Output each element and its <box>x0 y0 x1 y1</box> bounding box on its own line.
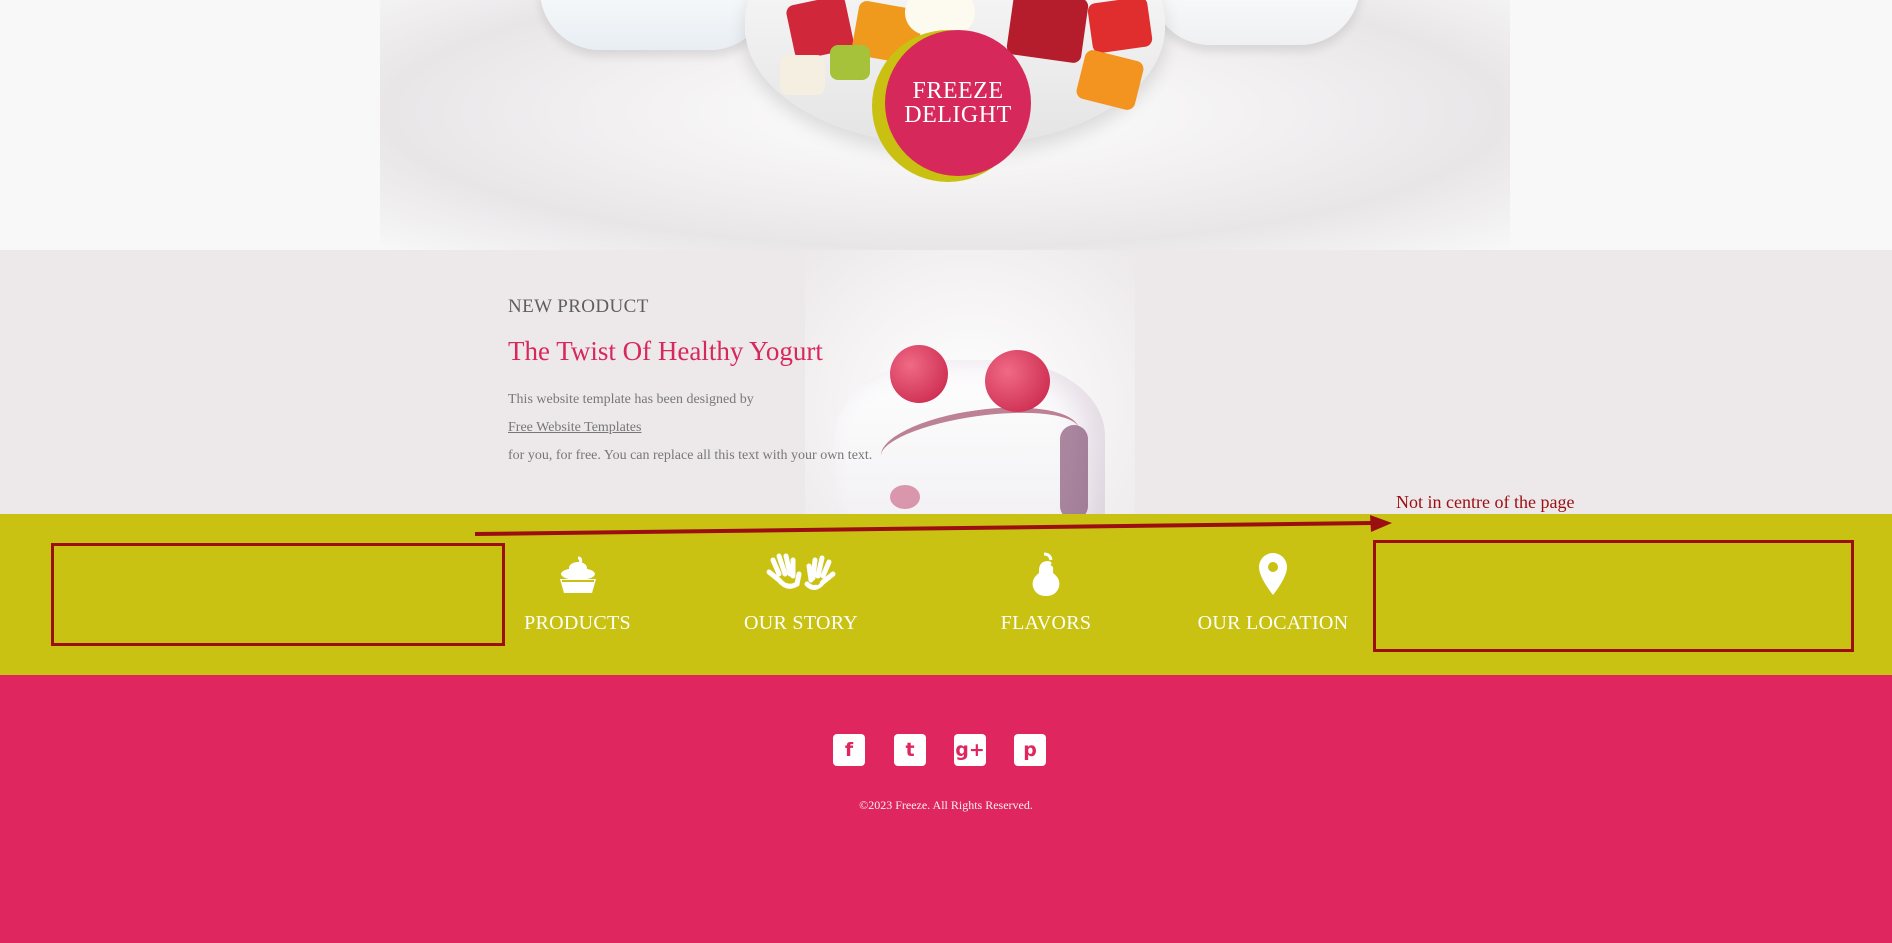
nav-label: FLAVORS <box>1000 612 1092 634</box>
nav-item-our-location[interactable]: OUR LOCATION <box>1196 514 1350 675</box>
location-pin-icon <box>1258 552 1288 596</box>
section-kicker: NEW PRODUCT <box>508 296 649 317</box>
product-text: for you, for free. You can replace all t… <box>508 448 873 463</box>
facebook-glyph: f <box>844 738 854 761</box>
product-text: This website template has been designed … <box>508 392 754 407</box>
nav-label: PRODUCTS <box>524 612 631 634</box>
pinterest-glyph: p <box>1023 738 1037 761</box>
annotation-box-left <box>51 543 505 646</box>
twitter-icon[interactable]: t <box>894 734 926 766</box>
hands-icon <box>765 552 837 596</box>
nav-item-our-story[interactable]: OUR STORY <box>740 514 862 675</box>
facebook-icon[interactable]: f <box>833 734 865 766</box>
fruit-kiwi <box>830 45 870 80</box>
pear-icon <box>1029 552 1063 596</box>
nav-item-flavors[interactable]: FLAVORS <box>996 514 1096 675</box>
logo-text-line1: FREEZE <box>912 78 1004 104</box>
free-templates-link[interactable]: Free Website Templates <box>508 420 641 436</box>
nav-label: OUR STORY <box>743 612 859 634</box>
logo-text-line2: DELIGHT <box>904 102 1012 128</box>
hero-dish-left-image <box>540 0 770 50</box>
site-footer: f t g+ p ©2023 Freeze. All Rights Reserv… <box>0 675 1892 943</box>
berry-sauce-streak <box>1060 425 1088 514</box>
nav-label: OUR LOCATION <box>1197 612 1349 634</box>
hero-banner: FREEZE DELIGHT <box>0 0 1892 250</box>
copyright-text: ©2023 Freeze. All Rights Reserved. <box>859 798 1033 812</box>
product-title: The Twist Of Healthy Yogurt <box>508 336 823 366</box>
nav-item-products[interactable]: PRODUCTS <box>520 514 635 675</box>
berry-sauce-drop <box>890 485 920 509</box>
raspberry <box>890 345 948 403</box>
cupcake-icon <box>556 552 600 596</box>
annotation-note: Not in centre of the page <box>1396 492 1575 512</box>
twitter-glyph: t <box>905 738 915 761</box>
raspberry <box>985 350 1050 412</box>
google-plus-glyph: g+ <box>955 738 985 761</box>
annotation-box-right <box>1373 540 1854 652</box>
new-product-section <box>0 250 1892 514</box>
fruit-apple <box>780 55 825 95</box>
google-plus-icon[interactable]: g+ <box>954 734 986 766</box>
pinterest-icon[interactable]: p <box>1014 734 1046 766</box>
fruit-strawberry <box>1005 0 1090 64</box>
site-logo[interactable]: FREEZE DELIGHT <box>885 30 1031 176</box>
fruit-strawberry <box>1086 0 1154 54</box>
